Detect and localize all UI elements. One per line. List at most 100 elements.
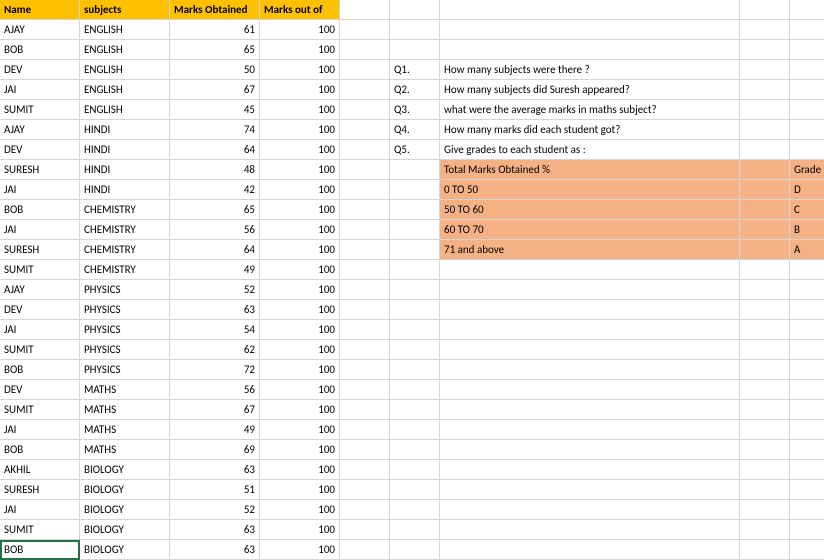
marks-outof-cell[interactable]: 100 bbox=[260, 300, 340, 320]
marks-outof-cell[interactable]: 100 bbox=[260, 220, 340, 240]
cell[interactable] bbox=[790, 540, 824, 560]
grade-letter[interactable]: B bbox=[790, 220, 824, 240]
cell[interactable] bbox=[340, 260, 390, 280]
subject-cell[interactable]: CHEMISTRY bbox=[80, 260, 170, 280]
subject-cell[interactable]: MATHS bbox=[80, 420, 170, 440]
cell[interactable] bbox=[740, 200, 790, 220]
cell[interactable] bbox=[740, 320, 790, 340]
column-header[interactable]: Marks Obtained bbox=[170, 0, 260, 20]
cell[interactable] bbox=[790, 380, 824, 400]
cell[interactable] bbox=[440, 380, 740, 400]
marks-outof-cell[interactable]: 100 bbox=[260, 80, 340, 100]
grade-range[interactable]: 0 TO 50 bbox=[440, 180, 740, 200]
name-cell[interactable]: SURESH bbox=[0, 480, 80, 500]
cell[interactable] bbox=[790, 340, 824, 360]
cell[interactable] bbox=[740, 280, 790, 300]
marks-outof-cell[interactable]: 100 bbox=[260, 280, 340, 300]
question-number[interactable]: Q3. bbox=[390, 100, 440, 120]
cell[interactable] bbox=[790, 520, 824, 540]
marks-obtained-cell[interactable]: 56 bbox=[170, 220, 260, 240]
cell[interactable] bbox=[790, 100, 824, 120]
cell[interactable] bbox=[340, 520, 390, 540]
cell[interactable] bbox=[790, 60, 824, 80]
marks-outof-cell[interactable]: 100 bbox=[260, 460, 340, 480]
subject-cell[interactable]: BIOLOGY bbox=[80, 460, 170, 480]
question-text[interactable]: Give grades to each student as : bbox=[440, 140, 740, 160]
subject-cell[interactable]: BIOLOGY bbox=[80, 520, 170, 540]
subject-cell[interactable]: MATHS bbox=[80, 400, 170, 420]
marks-obtained-cell[interactable]: 65 bbox=[170, 40, 260, 60]
cell[interactable] bbox=[790, 420, 824, 440]
marks-outof-cell[interactable]: 100 bbox=[260, 400, 340, 420]
marks-obtained-cell[interactable]: 61 bbox=[170, 20, 260, 40]
name-cell[interactable]: BOB bbox=[0, 40, 80, 60]
name-cell[interactable]: DEV bbox=[0, 60, 80, 80]
marks-obtained-cell[interactable]: 51 bbox=[170, 480, 260, 500]
name-cell[interactable]: BOB bbox=[0, 440, 80, 460]
cell[interactable] bbox=[740, 240, 790, 260]
cell[interactable] bbox=[390, 320, 440, 340]
marks-obtained-cell[interactable]: 42 bbox=[170, 180, 260, 200]
subject-cell[interactable]: BIOLOGY bbox=[80, 500, 170, 520]
name-cell[interactable]: BOB bbox=[0, 360, 80, 380]
name-cell[interactable]: DEV bbox=[0, 300, 80, 320]
cell[interactable] bbox=[740, 40, 790, 60]
marks-outof-cell[interactable]: 100 bbox=[260, 440, 340, 460]
cell[interactable] bbox=[740, 220, 790, 240]
marks-outof-cell[interactable]: 100 bbox=[260, 120, 340, 140]
marks-obtained-cell[interactable]: 64 bbox=[170, 140, 260, 160]
cell[interactable] bbox=[740, 440, 790, 460]
marks-obtained-cell[interactable]: 50 bbox=[170, 60, 260, 80]
marks-outof-cell[interactable]: 100 bbox=[260, 200, 340, 220]
subject-cell[interactable]: HINDI bbox=[80, 160, 170, 180]
marks-obtained-cell[interactable]: 65 bbox=[170, 200, 260, 220]
marks-outof-cell[interactable]: 100 bbox=[260, 360, 340, 380]
cell[interactable] bbox=[390, 340, 440, 360]
subject-cell[interactable]: HINDI bbox=[80, 140, 170, 160]
cell[interactable] bbox=[440, 460, 740, 480]
cell[interactable] bbox=[340, 540, 390, 560]
subject-cell[interactable]: CHEMISTRY bbox=[80, 240, 170, 260]
subject-cell[interactable]: ENGLISH bbox=[80, 20, 170, 40]
cell[interactable] bbox=[390, 180, 440, 200]
subject-cell[interactable]: PHYSICS bbox=[80, 340, 170, 360]
cell[interactable] bbox=[340, 300, 390, 320]
grade-range[interactable]: 50 TO 60 bbox=[440, 200, 740, 220]
grade-letter[interactable]: D bbox=[790, 180, 824, 200]
cell[interactable] bbox=[440, 500, 740, 520]
cell[interactable] bbox=[390, 420, 440, 440]
cell[interactable] bbox=[340, 320, 390, 340]
marks-outof-cell[interactable]: 100 bbox=[260, 420, 340, 440]
cell[interactable] bbox=[790, 80, 824, 100]
cell[interactable] bbox=[340, 20, 390, 40]
cell[interactable] bbox=[440, 0, 740, 20]
cell[interactable] bbox=[390, 300, 440, 320]
question-number[interactable]: Q2. bbox=[390, 80, 440, 100]
subject-cell[interactable]: PHYSICS bbox=[80, 320, 170, 340]
name-cell[interactable]: SUMIT bbox=[0, 400, 80, 420]
cell[interactable] bbox=[440, 20, 740, 40]
subject-cell[interactable]: ENGLISH bbox=[80, 40, 170, 60]
cell[interactable] bbox=[340, 200, 390, 220]
cell[interactable] bbox=[440, 440, 740, 460]
cell[interactable] bbox=[340, 60, 390, 80]
marks-outof-cell[interactable]: 100 bbox=[260, 140, 340, 160]
cell[interactable] bbox=[390, 20, 440, 40]
marks-obtained-cell[interactable]: 49 bbox=[170, 420, 260, 440]
marks-outof-cell[interactable]: 100 bbox=[260, 340, 340, 360]
marks-outof-cell[interactable]: 100 bbox=[260, 60, 340, 80]
cell[interactable] bbox=[440, 400, 740, 420]
cell[interactable] bbox=[390, 460, 440, 480]
marks-outof-cell[interactable]: 100 bbox=[260, 180, 340, 200]
marks-obtained-cell[interactable]: 67 bbox=[170, 400, 260, 420]
question-number[interactable]: Q5. bbox=[390, 140, 440, 160]
marks-obtained-cell[interactable]: 63 bbox=[170, 460, 260, 480]
marks-obtained-cell[interactable]: 52 bbox=[170, 500, 260, 520]
cell[interactable] bbox=[390, 280, 440, 300]
marks-obtained-cell[interactable]: 64 bbox=[170, 240, 260, 260]
question-number[interactable]: Q4. bbox=[390, 120, 440, 140]
cell[interactable] bbox=[340, 460, 390, 480]
marks-outof-cell[interactable]: 100 bbox=[260, 40, 340, 60]
name-cell[interactable]: JAI bbox=[0, 500, 80, 520]
selected-cell[interactable]: BOB bbox=[0, 540, 80, 560]
